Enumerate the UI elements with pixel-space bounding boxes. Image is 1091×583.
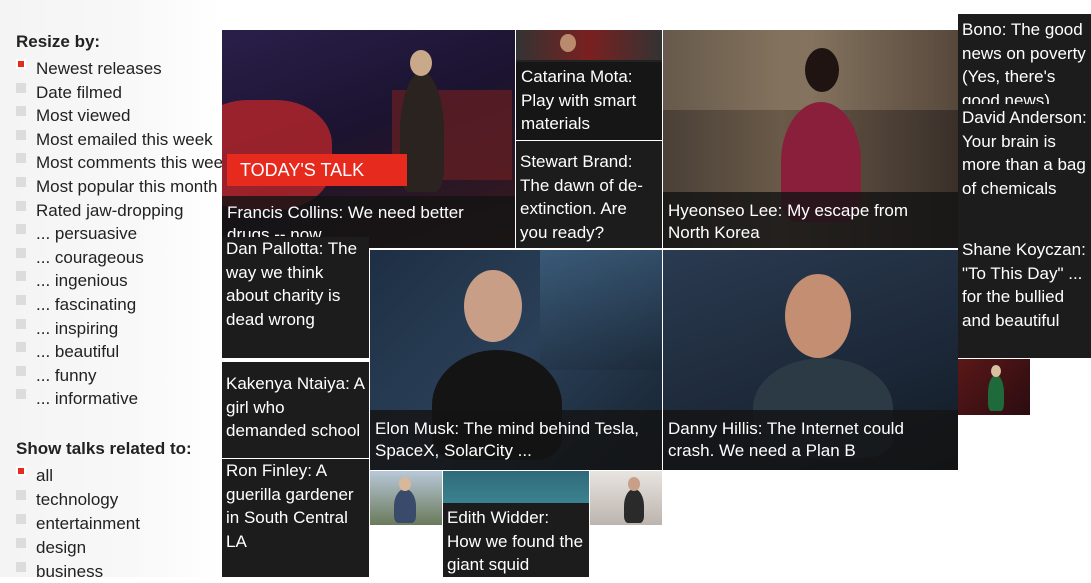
speaker-head (399, 477, 411, 491)
checkbox-icon[interactable] (16, 490, 26, 500)
talk-title-hillis[interactable]: Danny Hillis: The Internet could crash. … (663, 410, 958, 470)
checkbox-icon[interactable] (16, 538, 26, 548)
talk-tile-musk[interactable]: Elon Musk: The mind behind Tesla, SpaceX… (370, 250, 662, 470)
speaker-figure (394, 489, 416, 523)
talk-title-koyczan[interactable]: Shane Koyczan: "To This Day" ... for the… (958, 238, 1091, 358)
talk-thumbnail-mota (516, 30, 662, 60)
speaker-head (410, 50, 432, 76)
speaker-head (785, 274, 851, 358)
stage-screen (540, 250, 662, 370)
resize-option-label: ... courageous (36, 247, 144, 267)
speaker-head (805, 48, 839, 92)
speaker-head (628, 477, 640, 491)
checkbox-icon[interactable] (16, 318, 26, 329)
talk-tile-small-3[interactable] (590, 471, 662, 525)
checkbox-icon[interactable] (16, 247, 26, 258)
talk-tile-ntaiya[interactable]: Kakenya Ntaiya: A girl who demanded scho… (222, 362, 369, 458)
checkbox-icon[interactable] (16, 82, 26, 93)
todays-talk-badge: TODAY'S TALK (227, 154, 407, 186)
resize-option-label: Newest releases (36, 59, 162, 78)
checkbox-icon[interactable] (16, 106, 26, 117)
checkbox-icon[interactable] (16, 59, 26, 69)
resize-option-label: ... beautiful (36, 342, 120, 362)
checkbox-icon[interactable] (16, 177, 26, 187)
checkbox-icon[interactable] (16, 466, 26, 476)
talk-title-brand[interactable]: Stewart Brand: The dawn of de-extinction… (516, 141, 662, 248)
resize-option-label: ... fascinating (36, 295, 137, 314)
resize-option-label: Date filmed (36, 82, 122, 102)
resize-option-label: ... ingenious (36, 271, 128, 291)
resize-option-label: ... inspiring (36, 318, 119, 338)
resize-option-label: Most emailed this week (36, 129, 213, 149)
checkbox-icon[interactable] (16, 514, 26, 524)
topics-option-label: entertainment (36, 514, 140, 533)
talk-title-anderson[interactable]: David Anderson: Your brain is more than … (958, 104, 1091, 238)
talk-tile-small-1[interactable] (958, 359, 1030, 415)
checkbox-icon[interactable] (16, 295, 26, 305)
talk-tile-bono[interactable]: Bono: The good news on poverty (Yes, the… (958, 14, 1091, 107)
checkbox-icon[interactable] (16, 562, 26, 572)
talk-tile-mota[interactable]: Catarina Mota: Play with smart materials (516, 30, 662, 140)
checkbox-icon[interactable] (16, 365, 26, 376)
topics-heading: Show talks related to: (16, 439, 192, 458)
speaker-head (991, 365, 1001, 377)
talk-tile-hillis[interactable]: Danny Hillis: The Internet could crash. … (663, 250, 958, 470)
topics-option-label: design (36, 538, 87, 557)
checkbox-icon[interactable] (16, 129, 26, 140)
checkbox-icon[interactable] (16, 153, 26, 164)
topics-option-label: all (36, 466, 54, 485)
talk-title-bono[interactable]: Bono: The good news on poverty (Yes, the… (958, 14, 1091, 107)
talk-title-ntaiya[interactable]: Kakenya Ntaiya: A girl who demanded scho… (222, 362, 369, 458)
checkbox-icon[interactable] (16, 271, 26, 282)
checkbox-icon[interactable] (16, 389, 26, 400)
talk-tile-anderson[interactable]: David Anderson: Your brain is more than … (958, 104, 1091, 238)
resize-option-label: Rated jaw-dropping (36, 200, 184, 220)
talk-title-musk[interactable]: Elon Musk: The mind behind Tesla, SpaceX… (370, 410, 662, 470)
checkbox-icon[interactable] (16, 342, 26, 353)
resize-heading: Resize by: (16, 32, 101, 51)
resize-option-label: ... informative (36, 389, 139, 409)
speaker-head (560, 34, 576, 52)
talk-tile-finley[interactable]: Ron Finley: A guerilla gardener in South… (222, 459, 369, 577)
checkbox-icon[interactable] (16, 224, 26, 235)
talk-title-mota[interactable]: Catarina Mota: Play with smart materials (516, 62, 662, 140)
talk-title-widder[interactable]: Edith Widder: How we found the giant squ… (443, 503, 589, 577)
talk-tile-widder[interactable]: Edith Widder: How we found the giant squ… (443, 471, 589, 577)
talk-title-pallotta[interactable]: Dan Pallotta: The way we think about cha… (222, 237, 369, 358)
talk-title-lee[interactable]: Hyeonseo Lee: My escape from North Korea (663, 192, 958, 248)
talk-tile-koyczan[interactable]: Shane Koyczan: "To This Day" ... for the… (958, 238, 1091, 358)
speaker-head (464, 270, 522, 342)
filter-sidebar: Resize by: Newest releases Date filmed Mos… (0, 0, 232, 581)
topics-option-label: technology (36, 490, 119, 509)
resize-option-label: Most comments this week (36, 153, 232, 173)
checkbox-icon[interactable] (16, 200, 26, 211)
talk-tile-small-2[interactable] (370, 471, 442, 525)
speaker-figure (988, 375, 1004, 411)
talk-tile-brand[interactable]: Stewart Brand: The dawn of de-extinction… (516, 141, 662, 248)
resize-option-label: ... persuasive (36, 224, 138, 244)
resize-option-label: Most popular this month (36, 177, 218, 196)
talk-tile-collins[interactable]: TODAY'S TALK Francis Collins: We need be… (222, 30, 515, 248)
talk-title-finley[interactable]: Ron Finley: A guerilla gardener in South… (222, 459, 369, 577)
talk-tile-pallotta[interactable]: Dan Pallotta: The way we think about cha… (222, 237, 369, 358)
talk-tile-lee[interactable]: Hyeonseo Lee: My escape from North Korea (663, 30, 958, 248)
resize-option-label: Most viewed (36, 106, 131, 126)
speaker-figure (624, 489, 644, 523)
topics-option-label: business (36, 562, 104, 581)
resize-option-label: ... funny (36, 365, 97, 385)
